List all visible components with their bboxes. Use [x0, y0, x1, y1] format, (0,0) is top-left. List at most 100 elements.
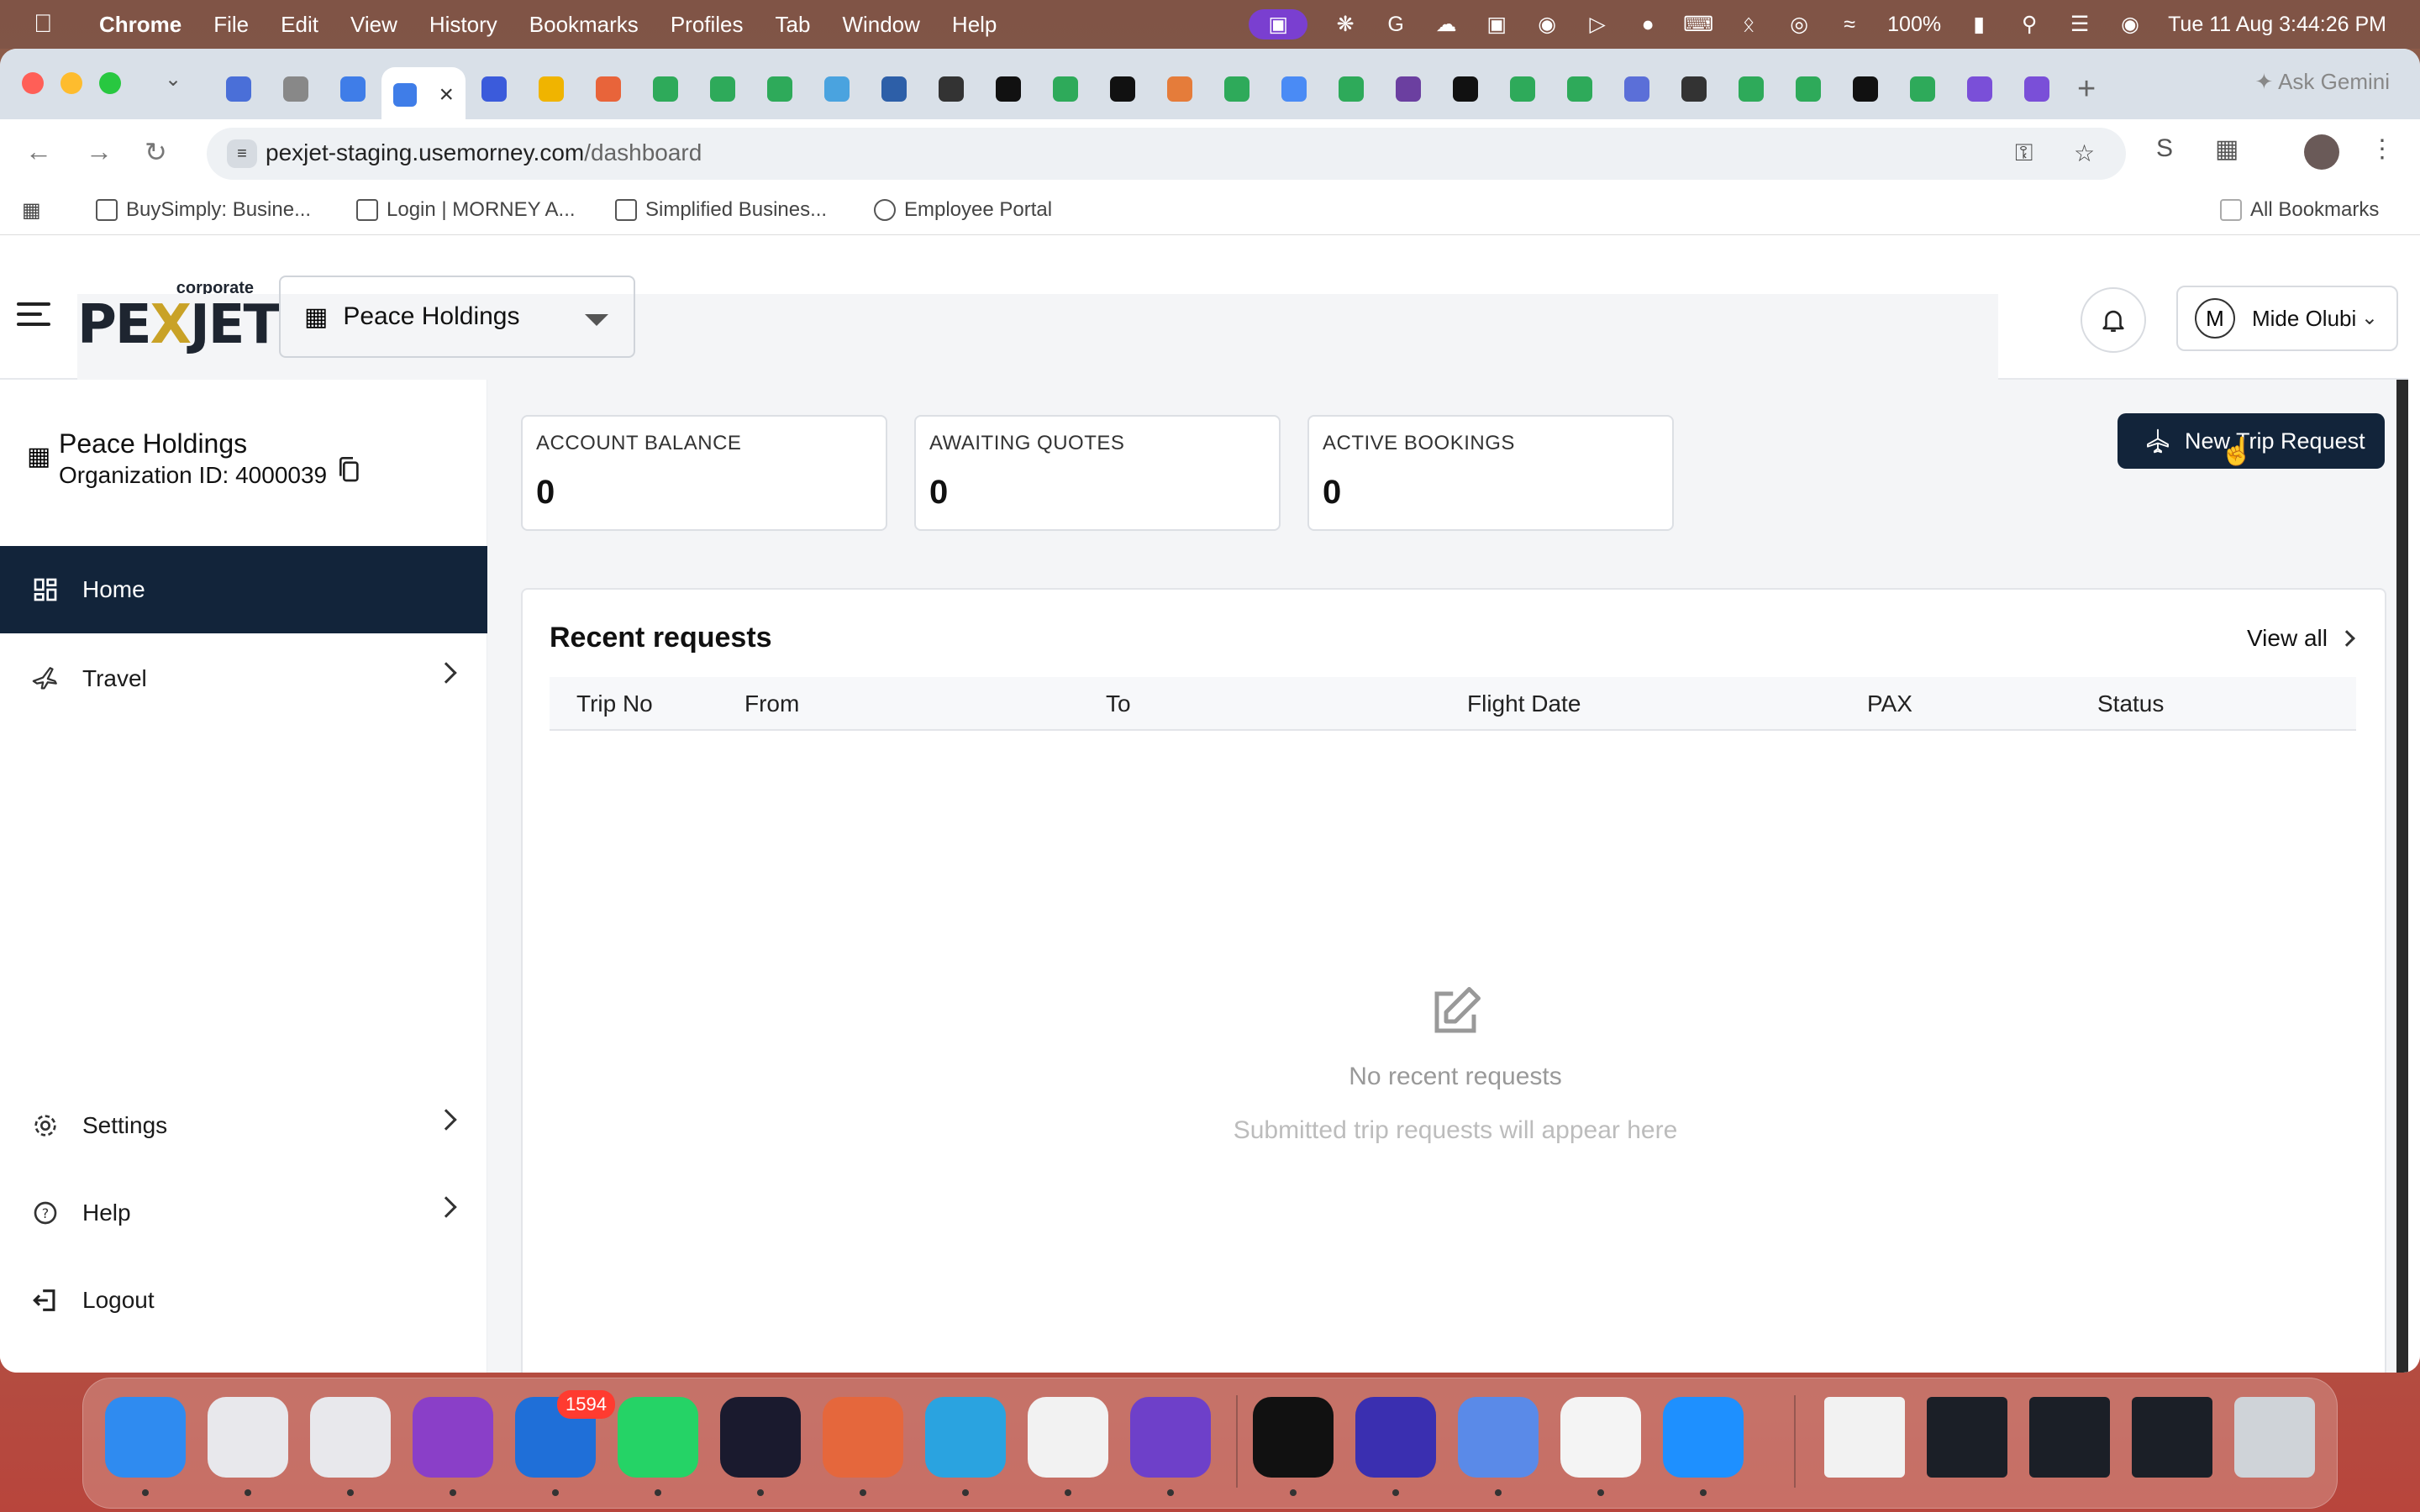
- clock[interactable]: Tue 11 Aug 3:44:26 PM: [2168, 13, 2386, 37]
- column-header-pax[interactable]: PAX: [1867, 690, 1912, 717]
- reload-icon[interactable]: ↻: [145, 136, 167, 168]
- telegram-app-icon[interactable]: [925, 1397, 1006, 1478]
- chatgpt-app-icon[interactable]: [1028, 1397, 1108, 1478]
- sidebar-item-settings[interactable]: Settings: [0, 1082, 487, 1169]
- terminal-app-icon[interactable]: [1253, 1397, 1334, 1478]
- browser-tab[interactable]: [1151, 67, 1208, 111]
- profile-avatar[interactable]: [2304, 134, 2339, 170]
- column-header-to[interactable]: To: [1106, 690, 1131, 717]
- column-header-from[interactable]: From: [744, 690, 799, 717]
- window-preview-1[interactable]: [1824, 1397, 1905, 1478]
- menu-tab[interactable]: Tab: [776, 12, 811, 38]
- back-arrow-icon[interactable]: ←: [25, 136, 52, 167]
- user-menu-button[interactable]: M Mide Olubi ⌄: [2176, 286, 2398, 351]
- browser-tab[interactable]: [1608, 67, 1665, 111]
- dock-app-app-icon[interactable]: [1458, 1397, 1539, 1478]
- page-scrollbar[interactable]: [2396, 380, 2408, 1373]
- menu-help[interactable]: Help: [952, 12, 997, 38]
- browser-tab[interactable]: [1208, 67, 1265, 111]
- arc-app-icon[interactable]: [720, 1397, 801, 1478]
- new-tab-plus-icon[interactable]: +: [2077, 71, 2096, 108]
- browser-tab[interactable]: [1780, 67, 1837, 111]
- browser-tab[interactable]: [1437, 67, 1494, 111]
- browser-tab[interactable]: [1380, 67, 1437, 111]
- pexjet-logo[interactable]: corporate PEXJET: [77, 279, 1998, 1287]
- bookmark-buysimply[interactable]: BuySimply: Busine...: [96, 198, 311, 222]
- close-tab-icon[interactable]: ×: [439, 81, 454, 109]
- launchpad-app-icon[interactable]: [208, 1397, 288, 1478]
- bluetooth-icon[interactable]: ᛟ: [1736, 12, 1761, 37]
- extensions-puzzle-icon[interactable]: ▦: [2215, 134, 2238, 164]
- extension-s-icon[interactable]: S: [2156, 134, 2173, 163]
- browser-tab[interactable]: [808, 67, 865, 111]
- bookmark-simplified[interactable]: Simplified Busines...: [615, 198, 827, 222]
- menu-view[interactable]: View: [350, 12, 397, 38]
- window-preview-4[interactable]: [2132, 1397, 2212, 1478]
- copy-icon[interactable]: [336, 455, 363, 486]
- grammarly-app-icon[interactable]: [1355, 1397, 1436, 1478]
- close-window-button[interactable]: [22, 72, 44, 94]
- column-header-status[interactable]: Status: [2097, 690, 2164, 717]
- browser-tab[interactable]: [523, 67, 580, 111]
- browser-tab[interactable]: [1494, 67, 1551, 111]
- organization-select[interactable]: ▦ Peace Holdings: [279, 276, 635, 358]
- tab-search-chevron-icon[interactable]: ⌄: [165, 67, 182, 92]
- github-desktop-app-icon[interactable]: [1130, 1397, 1211, 1478]
- key-icon[interactable]: ⚿: [2015, 139, 2033, 167]
- menu-file[interactable]: File: [213, 12, 249, 38]
- chrome-menu-icon[interactable]: ⋮: [2370, 134, 2395, 164]
- tab-active[interactable]: ×: [381, 67, 466, 123]
- maximize-window-button[interactable]: [99, 72, 121, 94]
- browser-tab[interactable]: [1723, 67, 1780, 111]
- column-header-flight-date[interactable]: Flight Date: [1467, 690, 1581, 717]
- menu-window[interactable]: Window: [842, 12, 919, 38]
- spotlight-icon[interactable]: ⚲: [2017, 12, 2042, 37]
- safari-app-icon[interactable]: [1663, 1397, 1744, 1478]
- whatsapp-app-icon[interactable]: [618, 1397, 698, 1478]
- claude-icon[interactable]: ❋: [1333, 12, 1358, 37]
- keyboard-icon[interactable]: ⌨: [1683, 12, 1713, 37]
- apple-icon[interactable]: : [34, 10, 67, 39]
- chrome-app-icon[interactable]: [310, 1397, 391, 1478]
- url-text[interactable]: pexjet-staging.usemorney.com/dashboard: [266, 139, 702, 166]
- browser-tab[interactable]: [466, 67, 523, 111]
- wifi-icon[interactable]: ≈: [1837, 12, 1862, 37]
- sidebar-item-help[interactable]: ? Help: [0, 1169, 487, 1257]
- siri-icon[interactable]: ◉: [2118, 12, 2143, 37]
- notifications-button[interactable]: [2081, 287, 2146, 353]
- browser-tab[interactable]: [751, 67, 808, 111]
- browser-tab[interactable]: [1094, 67, 1151, 111]
- browser-tab[interactable]: [980, 67, 1037, 111]
- browser-tab[interactable]: [1551, 67, 1608, 111]
- menu-edit[interactable]: Edit: [281, 12, 318, 38]
- forward-arrow-icon[interactable]: →: [86, 136, 113, 167]
- ask-gemini-button[interactable]: ✦ Ask Gemini: [2255, 69, 2391, 95]
- browser-tab[interactable]: [2008, 67, 2065, 111]
- minimize-window-button[interactable]: [60, 72, 82, 94]
- user-icon[interactable]: ●: [1635, 12, 1660, 37]
- apps-grid-icon[interactable]: ▦: [22, 198, 41, 223]
- browser-tab[interactable]: [923, 67, 980, 111]
- play-icon[interactable]: ▷: [1585, 12, 1610, 37]
- menu-history[interactable]: History: [429, 12, 497, 38]
- control-center-icon[interactable]: ☰: [2067, 12, 2092, 37]
- browser-tab[interactable]: [210, 67, 267, 111]
- view-all-link[interactable]: View all: [2247, 625, 2355, 652]
- bookmark-employee-portal[interactable]: Employee Portal: [874, 198, 1052, 222]
- browser-tab[interactable]: [865, 67, 923, 111]
- site-info-icon[interactable]: ≡: [227, 139, 257, 168]
- menu-app-name[interactable]: Chrome: [99, 12, 182, 38]
- browser-tab[interactable]: [324, 67, 381, 111]
- browser-tab[interactable]: [1265, 67, 1323, 111]
- browser-tab[interactable]: [1665, 67, 1723, 111]
- screen-share-icon[interactable]: ▣: [1249, 9, 1308, 39]
- trash-icon[interactable]: [2234, 1397, 2315, 1478]
- browser-tab[interactable]: [1951, 67, 2008, 111]
- sidebar-item-travel[interactable]: Travel: [0, 635, 487, 722]
- window-preview-3[interactable]: [2029, 1397, 2110, 1478]
- claude-app-icon[interactable]: [823, 1397, 903, 1478]
- browser-tab[interactable]: [694, 67, 751, 111]
- column-header-trip-no[interactable]: Trip No: [576, 690, 653, 717]
- hamburger-menu-icon[interactable]: [17, 302, 50, 333]
- sidebar-item-home[interactable]: Home: [0, 546, 487, 633]
